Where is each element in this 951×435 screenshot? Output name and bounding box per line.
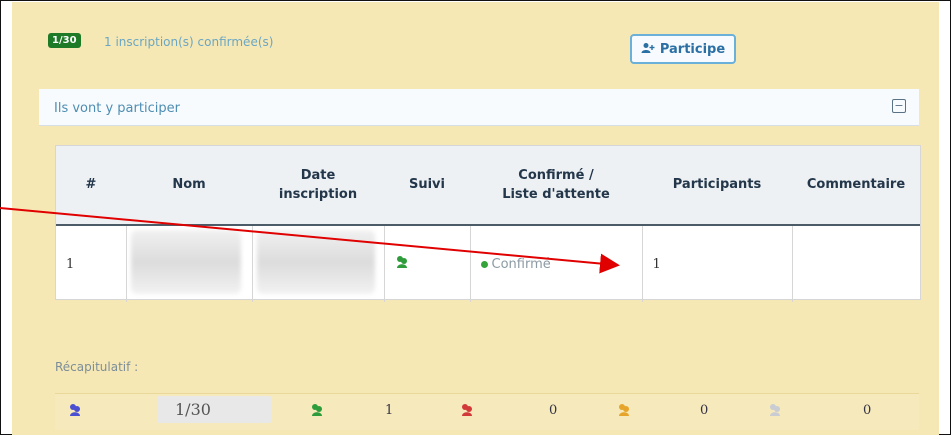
annotation-arrow xyxy=(0,207,620,274)
